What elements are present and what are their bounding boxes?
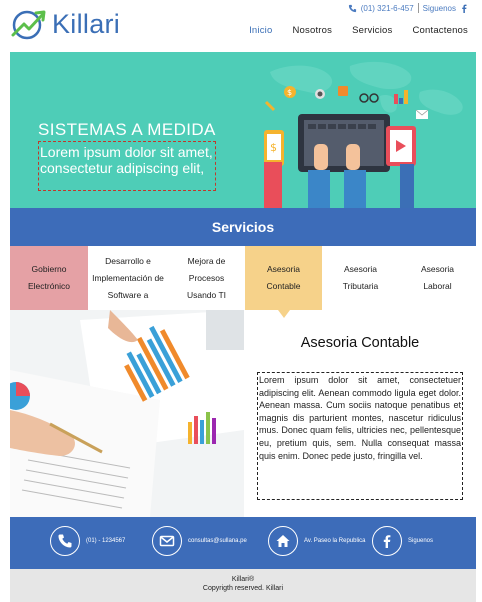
tab-desarrollo-software[interactable]: Desarrollo e Implementación de Software …: [88, 246, 168, 310]
footer-phone-item[interactable]: (01) - 1234567: [50, 526, 125, 556]
services-tabs: Gobierno Electrónico Desarrollo e Implem…: [10, 246, 476, 318]
facebook-icon[interactable]: [460, 4, 468, 13]
divider: [417, 3, 419, 13]
phone-icon: [348, 4, 356, 12]
tab-label: Desarrollo e Implementación de Software …: [92, 255, 164, 300]
nav-servicios[interactable]: Servicios: [352, 25, 392, 36]
footer-address-item[interactable]: Av. Paseo la Republica: [268, 526, 365, 556]
brand-name: Killari: [52, 8, 121, 39]
email-icon: [152, 526, 182, 556]
facebook-icon: [372, 526, 402, 556]
site-header: Killari (01) 321-6-457 Siguenos Inicio N…: [0, 0, 482, 52]
footer-email-item[interactable]: consultas@sullana.pe: [152, 526, 247, 556]
header-phone[interactable]: (01) 321-6-457: [361, 4, 414, 13]
footer-address: Av. Paseo la Republica: [304, 538, 366, 544]
content-text: Lorem ipsum dolor sit amet, consectetuer…: [257, 372, 463, 500]
tab-asesoria-contable[interactable]: Asesoria Contable: [245, 246, 322, 318]
footer-copyright: Copyrigth reserved. Killari: [202, 585, 284, 592]
hero-illustration: $ $: [264, 61, 463, 208]
tab-label: Gobierno Electrónico: [27, 264, 71, 291]
header-follow-label[interactable]: Siguenos: [423, 4, 456, 13]
svg-text:$: $: [270, 141, 277, 154]
footer-phone: (01) - 1234567: [86, 538, 126, 544]
footer-follow: Siguenos: [408, 538, 434, 544]
main-nav: Inicio Nosotros Servicios Contactenos: [229, 25, 468, 36]
hero-subtitle: Lorem ipsum dolor sit amet, consectetur …: [38, 141, 216, 191]
logo[interactable]: Killari: [10, 8, 120, 40]
tab-gobierno-electronico[interactable]: Gobierno Electrónico: [10, 246, 88, 310]
tab-label: Asesoria Laboral: [420, 264, 455, 291]
tab-label: Mejora de Procesos Usando TI: [186, 255, 227, 300]
tab-asesoria-tributaria[interactable]: Asesoria Tributaria: [322, 246, 399, 310]
top-contact-bar: (01) 321-6-457 Siguenos: [348, 3, 468, 13]
footer-contact-bar: (01) - 1234567 consultas@sullana.pe Av. …: [10, 517, 476, 569]
tab-label: Asesoria Tributaria: [342, 264, 379, 291]
footer-brand: Killari®: [231, 576, 255, 583]
svg-text:$: $: [287, 88, 292, 97]
phone-icon: [50, 526, 80, 556]
home-icon: [268, 526, 298, 556]
copyright-bar: Killari® Copyrigth reserved. Killari: [10, 569, 476, 602]
footer-email: consultas@sullana.pe: [188, 538, 247, 544]
accounting-photo: [10, 310, 244, 517]
content-title: Asesoria Contable: [300, 335, 420, 351]
tab-label: Asesoria Contable: [266, 264, 301, 291]
nav-contactenos[interactable]: Contactenos: [412, 25, 468, 36]
hero-title: SISTEMAS A MEDIDA: [38, 120, 216, 139]
footer-follow-item[interactable]: Siguenos: [372, 526, 433, 556]
nav-inicio[interactable]: Inicio: [249, 25, 272, 36]
services-heading: Servicios: [10, 208, 476, 246]
tab-asesoria-laboral[interactable]: Asesoria Laboral: [399, 246, 476, 310]
tab-mejora-procesos[interactable]: Mejora de Procesos Usando TI: [168, 246, 245, 310]
hero-banner: SISTEMAS A MEDIDA Lorem ipsum dolor sit …: [10, 52, 476, 208]
nav-nosotros[interactable]: Nosotros: [292, 25, 332, 36]
service-image: [10, 310, 244, 517]
logo-arrow-icon: [11, 10, 46, 40]
